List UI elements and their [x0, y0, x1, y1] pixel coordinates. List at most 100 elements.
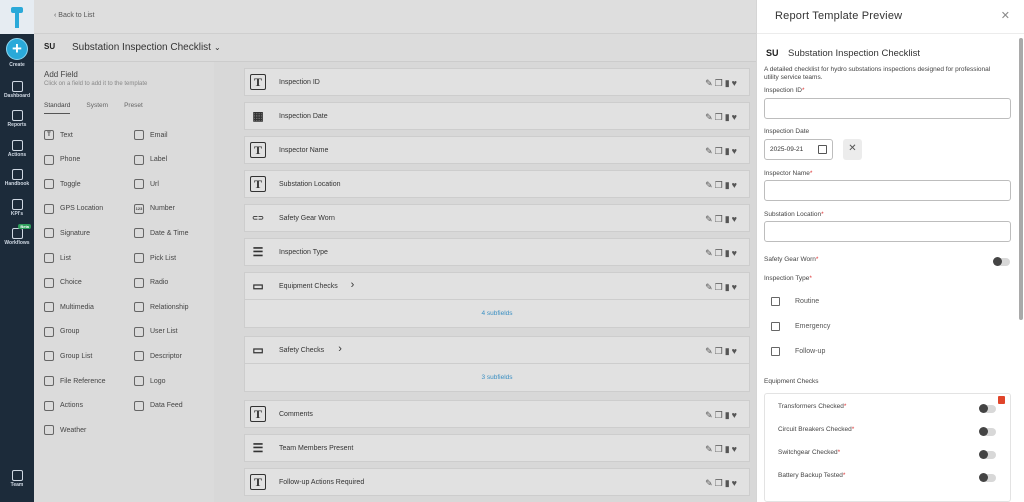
copy-icon[interactable]: ❐ [715, 282, 725, 292]
field-row[interactable]: ▭ Equipment Checks › ✎❐▮♥ [244, 272, 750, 300]
delete-icon[interactable]: ▮ [725, 78, 732, 88]
emergency-checkbox[interactable] [771, 322, 780, 331]
tab-standard[interactable]: Standard [44, 102, 71, 114]
inspection-date-input[interactable]: 2025-09-21 [764, 139, 833, 160]
field-type-data-feed[interactable]: Data Feed [134, 400, 183, 411]
edit-icon[interactable]: ✎ [705, 248, 715, 258]
delete-icon[interactable]: ▮ [725, 180, 732, 190]
delete-icon[interactable]: ▮ [725, 146, 732, 156]
favorite-icon[interactable]: ♥ [732, 214, 739, 224]
field-type-group[interactable]: Group [44, 326, 79, 337]
field-type-multimedia[interactable]: Multimedia [44, 302, 94, 313]
subfields-toggle[interactable]: 4 subfields [244, 300, 750, 328]
field-row[interactable]: ▦ Inspection Date ✎❐▮♥ [244, 102, 750, 130]
field-type-descriptor[interactable]: Descriptor [134, 351, 182, 362]
field-type-signature[interactable]: Signature [44, 228, 90, 239]
delete-icon[interactable]: ▮ [725, 478, 732, 488]
favorite-icon[interactable]: ♥ [732, 410, 739, 420]
favorite-icon[interactable]: ♥ [732, 346, 739, 356]
field-type-date-time[interactable]: Date & Time [134, 228, 189, 239]
field-type-gps-location[interactable]: GPS Location [44, 203, 103, 214]
app-logo[interactable] [0, 0, 34, 34]
field-row[interactable]: ⊂⊃ Safety Gear Worn ✎❐▮♥ [244, 204, 750, 232]
field-type-relationship[interactable]: Relationship [134, 302, 189, 313]
favorite-icon[interactable]: ♥ [732, 146, 739, 156]
back-to-list-link[interactable]: ‹ Back to List [54, 12, 94, 19]
copy-icon[interactable]: ❐ [715, 444, 725, 454]
delete-icon[interactable]: ▮ [725, 248, 732, 258]
equipment-check-toggle[interactable] [979, 450, 996, 459]
field-type-choice[interactable]: Choice [44, 277, 82, 288]
delete-icon[interactable]: ▮ [725, 214, 732, 224]
field-type-toggle[interactable]: Toggle [44, 179, 81, 190]
field-type-number[interactable]: 123 Number [134, 203, 175, 214]
clear-date-button[interactable]: ✕ [843, 139, 862, 160]
favorite-icon[interactable]: ♥ [732, 444, 739, 454]
nav-team[interactable]: Team [0, 470, 34, 488]
copy-icon[interactable]: ❐ [715, 346, 725, 356]
follow-up-checkbox[interactable] [771, 347, 780, 356]
edit-icon[interactable]: ✎ [705, 214, 715, 224]
edit-icon[interactable]: ✎ [705, 478, 715, 488]
subfields-toggle[interactable]: 3 subfields [244, 364, 750, 392]
field-row[interactable]: ☰ Inspection Type ✎❐▮♥ [244, 238, 750, 266]
equipment-check-toggle[interactable] [979, 473, 996, 482]
field-row[interactable]: T Follow-up Actions Required ✎❐▮♥ [244, 468, 750, 496]
field-type-actions[interactable]: Actions [44, 400, 83, 411]
field-type-url[interactable]: Url [134, 179, 159, 190]
field-type-label[interactable]: Label [134, 154, 167, 165]
field-type-radio[interactable]: Radio [134, 277, 168, 288]
field-row[interactable]: T Substation Location ✎❐▮♥ [244, 170, 750, 198]
field-row[interactable]: T Comments ✎❐▮♥ [244, 400, 750, 428]
edit-icon[interactable]: ✎ [705, 410, 715, 420]
delete-icon[interactable]: ▮ [725, 410, 732, 420]
edit-icon[interactable]: ✎ [705, 282, 715, 292]
trash-icon[interactable] [998, 396, 1005, 404]
field-row[interactable]: T Inspector Name ✎❐▮♥ [244, 136, 750, 164]
favorite-icon[interactable]: ♥ [732, 248, 739, 258]
preview-scrollbar[interactable] [1019, 38, 1023, 320]
field-type-group-list[interactable]: Group List [44, 351, 92, 362]
delete-icon[interactable]: ▮ [725, 112, 732, 122]
chevron-right-icon[interactable]: › [351, 279, 355, 291]
nav-kpis[interactable]: KPI's [0, 199, 34, 217]
copy-icon[interactable]: ❐ [715, 180, 725, 190]
equipment-check-toggle[interactable] [979, 404, 996, 413]
safety-gear-toggle[interactable] [993, 257, 1010, 266]
field-type-weather[interactable]: Weather [44, 425, 86, 436]
favorite-icon[interactable]: ♥ [732, 180, 739, 190]
field-row[interactable]: ☰ Team Members Present ✎❐▮♥ [244, 434, 750, 462]
field-type-phone[interactable]: Phone [44, 154, 80, 165]
tab-system[interactable]: System [86, 102, 108, 114]
delete-icon[interactable]: ▮ [725, 282, 732, 292]
nav-actions[interactable]: Actions [0, 140, 34, 158]
nav-create[interactable]: + Create [0, 38, 34, 68]
delete-icon[interactable]: ▮ [725, 346, 732, 356]
copy-icon[interactable]: ❐ [715, 248, 725, 258]
field-type-logo[interactable]: Logo [134, 376, 166, 386]
substation-location-input[interactable] [764, 221, 1011, 242]
edit-icon[interactable]: ✎ [705, 146, 715, 156]
routine-checkbox[interactable] [771, 297, 780, 306]
tab-preset[interactable]: Preset [124, 102, 143, 114]
favorite-icon[interactable]: ♥ [732, 78, 739, 88]
inspection-id-input[interactable] [764, 98, 1011, 119]
favorite-icon[interactable]: ♥ [732, 282, 739, 292]
edit-icon[interactable]: ✎ [705, 78, 715, 88]
field-type-text[interactable]: T Text [44, 130, 73, 140]
edit-icon[interactable]: ✎ [705, 112, 715, 122]
nav-workflows[interactable]: Beta Workflows [0, 224, 34, 246]
favorite-icon[interactable]: ♥ [732, 478, 739, 488]
copy-icon[interactable]: ❐ [715, 410, 725, 420]
nav-reports[interactable]: Reports [0, 110, 34, 128]
favorite-icon[interactable]: ♥ [732, 112, 739, 122]
chevron-right-icon[interactable]: › [338, 343, 342, 355]
document-title[interactable]: Substation Inspection Checklist ⌄ [72, 42, 221, 53]
inspector-name-input[interactable] [764, 180, 1011, 201]
copy-icon[interactable]: ❐ [715, 146, 725, 156]
edit-icon[interactable]: ✎ [705, 346, 715, 356]
field-type-pick-list[interactable]: Pick List [134, 253, 176, 263]
copy-icon[interactable]: ❐ [715, 214, 725, 224]
edit-icon[interactable]: ✎ [705, 444, 715, 454]
edit-icon[interactable]: ✎ [705, 180, 715, 190]
